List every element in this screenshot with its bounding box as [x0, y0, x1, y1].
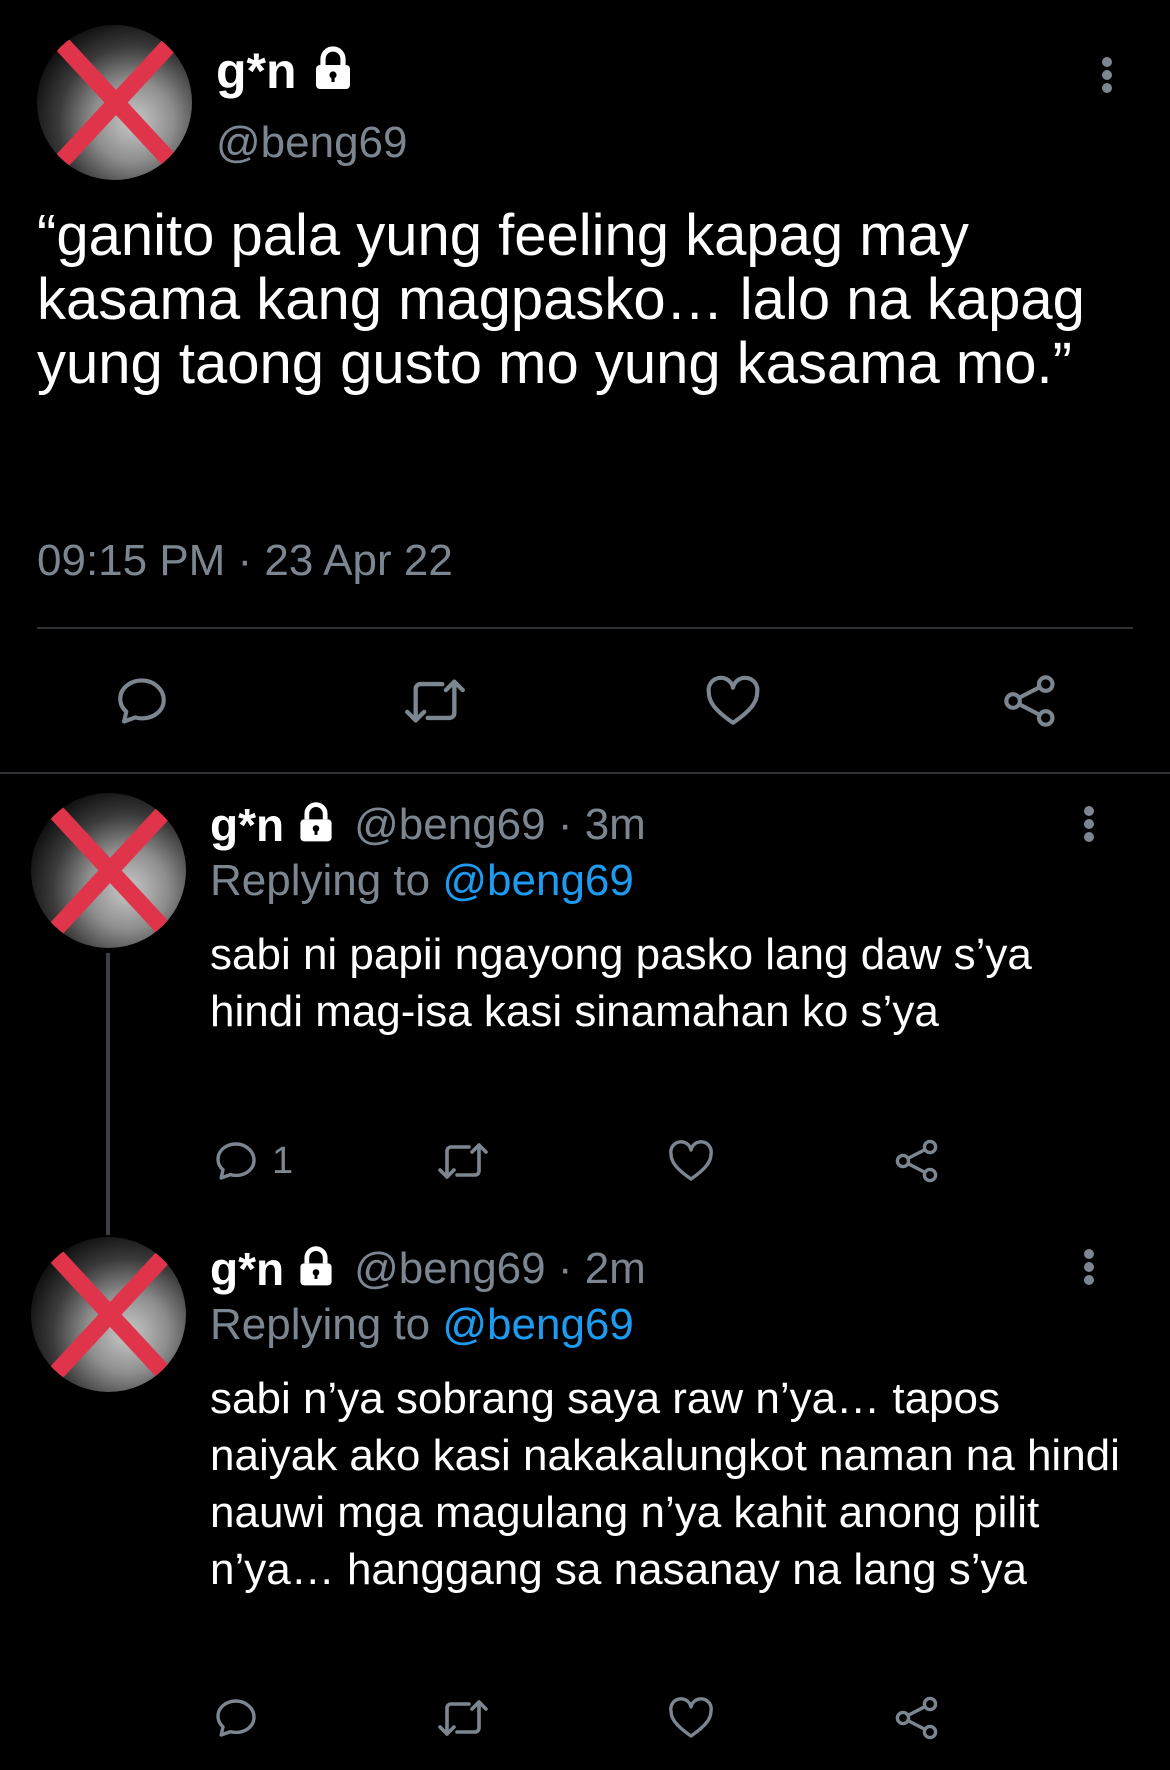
avatar-cross-icon: [40, 1240, 180, 1389]
more-options-icon[interactable]: [1097, 57, 1117, 93]
reply-avatar[interactable]: [31, 793, 186, 948]
share-icon: [895, 1696, 938, 1740]
reply-like-button[interactable]: [667, 1137, 715, 1185]
reply-retweet-button[interactable]: [436, 1137, 490, 1185]
reply-display-name[interactable]: g*n: [210, 1242, 284, 1296]
like-icon: [706, 675, 760, 725]
lock-icon: [294, 801, 338, 850]
reply-avatar[interactable]: [31, 1237, 186, 1392]
avatar-cross-icon: [40, 796, 180, 945]
reply-handle-time[interactable]: @beng69 · 3m: [354, 800, 646, 850]
replying-to-mention[interactable]: @beng69: [442, 856, 634, 905]
avatar-cross-icon: [46, 28, 186, 177]
reply-handle-time[interactable]: @beng69 · 2m: [354, 1244, 646, 1294]
replying-to-mention[interactable]: @beng69: [442, 1300, 634, 1349]
main-name-row: g*n: [216, 40, 357, 102]
reply-text: sabi n’ya sobrang saya raw n’ya… tapos n…: [210, 1374, 1120, 1594]
tweet-timestamp[interactable]: 09:15 PM · 23 Apr 22: [37, 536, 453, 586]
comment-button[interactable]: [113, 672, 171, 730]
thread-line: [106, 953, 110, 1235]
lock-icon: [294, 1245, 338, 1294]
share-icon: [895, 1139, 938, 1183]
reply-text: sabi ni papii ngayong pasko lang daw s’y…: [210, 930, 1032, 1036]
main-display-name[interactable]: g*n: [216, 42, 297, 100]
reply-comment-button[interactable]: [212, 1694, 272, 1742]
reply-count: 1: [272, 1139, 294, 1182]
comment-icon: [216, 1142, 256, 1180]
replying-to-label: Replying to: [210, 1300, 431, 1349]
tweet-divider: [37, 627, 1133, 629]
section-divider: [0, 772, 1170, 774]
like-icon: [669, 1697, 713, 1738]
lock-icon: [309, 45, 357, 98]
reply-share-button[interactable]: [893, 1694, 941, 1742]
tweet-text: “ganito pala yung feeling kapag may kasa…: [37, 203, 1085, 396]
retweet-icon: [438, 1143, 488, 1179]
reply-display-name[interactable]: g*n: [210, 798, 284, 852]
retweet-button[interactable]: [403, 672, 467, 730]
more-options-icon[interactable]: [1079, 806, 1099, 842]
reply-retweet-button[interactable]: [436, 1694, 490, 1742]
replying-to: Replying to @beng69: [210, 1300, 634, 1350]
share-button[interactable]: [1000, 672, 1060, 730]
replying-to: Replying to @beng69: [210, 856, 634, 906]
reply-like-button[interactable]: [667, 1694, 715, 1742]
main-avatar[interactable]: [37, 25, 192, 180]
reply-share-button[interactable]: [893, 1137, 941, 1185]
reply-name-row: g*n @beng69 · 2m: [210, 1240, 646, 1298]
comment-icon: [216, 1699, 256, 1737]
reply-name-row: g*n @beng69 · 3m: [210, 796, 646, 854]
like-button[interactable]: [703, 672, 763, 730]
more-options-icon[interactable]: [1079, 1249, 1099, 1285]
like-icon: [669, 1140, 713, 1181]
main-handle[interactable]: @beng69: [216, 118, 408, 168]
replying-to-label: Replying to: [210, 856, 431, 905]
share-icon: [1004, 675, 1055, 727]
comment-icon: [118, 678, 166, 724]
reply-comment-button[interactable]: 1: [212, 1137, 293, 1185]
retweet-icon: [405, 679, 465, 723]
retweet-icon: [438, 1700, 488, 1736]
